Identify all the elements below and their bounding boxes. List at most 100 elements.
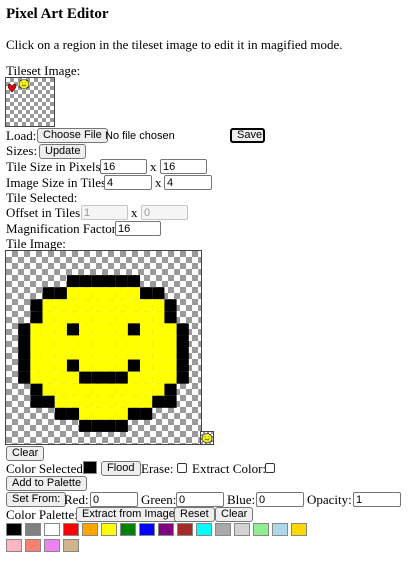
smiley-pixel	[207, 442, 209, 444]
palette-swatch[interactable]	[139, 523, 155, 536]
add-to-palette-button[interactable]: Add to Palette	[6, 476, 88, 491]
smiley-pixel	[115, 419, 128, 432]
smiley-pixel	[210, 435, 212, 436]
tileset-canvas[interactable]	[5, 77, 55, 127]
smiley-pixel	[115, 347, 128, 360]
magnification-label: Magnification Factor:	[6, 221, 120, 236]
palette-swatch[interactable]	[158, 523, 174, 536]
smiley-pixel	[140, 299, 153, 312]
smiley-pixel	[210, 437, 212, 438]
smiley-pixel	[20, 81, 21, 83]
smiley-pixel	[22, 82, 24, 84]
green-input[interactable]	[176, 492, 224, 507]
smiley-pixel	[30, 299, 43, 312]
save-button[interactable]: Save	[230, 128, 265, 143]
smiley-pixel	[24, 87, 25, 89]
smiley-pixel	[203, 438, 204, 439]
smiley-pixel	[18, 323, 31, 336]
extract-color-checkbox[interactable]	[265, 463, 275, 473]
smiley-pixel	[24, 79, 26, 81]
image-height-input[interactable]	[164, 175, 212, 190]
smiley-pixel	[205, 441, 207, 443]
smiley-pixel	[204, 435, 206, 437]
palette-swatch[interactable]	[44, 523, 60, 536]
tile-width-input[interactable]	[100, 159, 147, 174]
smiley-pixel	[22, 79, 24, 81]
palette-swatch[interactable]	[101, 523, 117, 536]
smiley-pixel	[24, 85, 26, 87]
smiley-pixel	[208, 440, 210, 441]
palette-swatch[interactable]	[177, 523, 193, 536]
smiley-pixel	[204, 441, 206, 442]
palette-swatch[interactable]	[63, 539, 79, 552]
smiley-pixel	[25, 87, 27, 89]
smiley-pixel	[28, 84, 30, 85]
palette-swatch[interactable]	[291, 523, 307, 536]
smiley-pixel	[164, 395, 177, 408]
palette-swatch[interactable]	[272, 523, 288, 536]
image-width-input[interactable]	[104, 175, 152, 190]
smiley-pixel	[20, 84, 21, 85]
update-button[interactable]: Update	[39, 144, 87, 159]
palette-swatch[interactable]	[253, 523, 269, 536]
magnification-input[interactable]	[115, 221, 161, 236]
smiley-pixel	[25, 84, 27, 85]
smiley-pixel	[204, 435, 205, 436]
clear-palette-button[interactable]: Clear	[215, 507, 254, 522]
palette-swatch[interactable]	[25, 523, 41, 536]
palette-swatch[interactable]	[63, 523, 79, 536]
smiley-pixel	[21, 87, 23, 88]
smiley-pixel	[207, 442, 208, 444]
reset-palette-button[interactable]: Reset	[174, 507, 215, 522]
smiley-pixel	[66, 335, 80, 348]
smiley-pixel	[204, 440, 205, 441]
smiley-pixel	[203, 435, 204, 437]
palette-swatch[interactable]	[82, 523, 98, 536]
smiley-pixel	[22, 84, 24, 85]
smiley-pixel	[21, 80, 23, 81]
smiley-pixel	[91, 347, 104, 360]
smiley-pixel	[208, 438, 210, 439]
smiley-pixel	[140, 383, 153, 396]
palette-swatch[interactable]	[120, 523, 136, 536]
opacity-input[interactable]	[353, 492, 401, 507]
smiley-pixel	[204, 433, 206, 435]
palette-swatch[interactable]	[215, 523, 231, 536]
smiley-pixel	[207, 440, 209, 441]
blue-input[interactable]	[256, 492, 304, 507]
smiley-pixel	[24, 84, 25, 86]
palette-swatch[interactable]	[234, 523, 250, 536]
smiley-pixel	[164, 323, 177, 336]
smiley-pixel	[205, 437, 207, 438]
tile-editor-canvas[interactable]	[5, 250, 202, 445]
smiley-pixel	[210, 439, 211, 441]
smiley-pixel	[127, 371, 141, 384]
smiley-pixel	[19, 85, 21, 87]
palette-swatch[interactable]	[6, 523, 22, 536]
palette-swatch[interactable]	[44, 539, 60, 552]
clear-tile-button[interactable]: Clear	[6, 446, 45, 461]
tile-height-input[interactable]	[160, 159, 207, 174]
smiley-pixel	[152, 323, 165, 336]
set-from-button[interactable]: Set From:	[6, 492, 67, 507]
smiley-pixel	[23, 85, 24, 87]
palette-swatch[interactable]	[25, 539, 41, 552]
smiley-pixel	[204, 441, 205, 442]
smiley-pixel	[91, 275, 104, 288]
smiley-pixel	[140, 371, 153, 384]
flood-button[interactable]: Flood	[101, 461, 141, 476]
smiley-pixel	[209, 437, 210, 438]
palette-swatch[interactable]	[196, 523, 212, 536]
smiley-pixel	[115, 311, 128, 324]
smiley-pixel	[24, 81, 26, 82]
smiley-pixel	[20, 83, 21, 84]
smiley-pixel	[204, 435, 205, 437]
erase-checkbox[interactable]	[177, 463, 187, 473]
red-input[interactable]	[90, 492, 138, 507]
choose-file-button[interactable]: Choose File	[37, 128, 108, 143]
extract-from-image-button[interactable]: Extract from Image	[76, 507, 181, 522]
file-status: No file chosen	[105, 130, 175, 142]
palette-swatch[interactable]	[6, 539, 22, 552]
smiley-pixel	[79, 311, 92, 324]
smiley-pixel	[21, 87, 23, 89]
